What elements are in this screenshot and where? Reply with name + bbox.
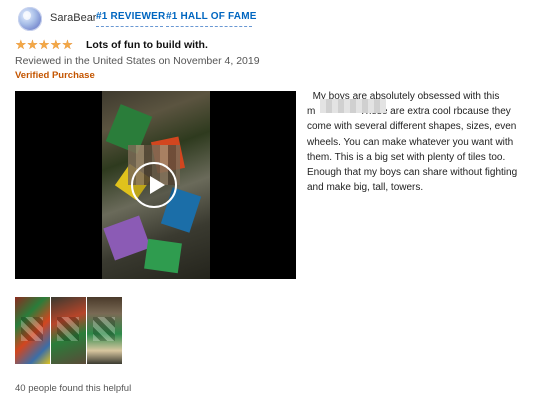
review-video-player[interactable]: [15, 91, 296, 279]
reviewer-badge-hall-of-fame[interactable]: #1 HALL OF FAME: [166, 11, 257, 22]
reviewer-name[interactable]: SaraBear: [50, 12, 96, 24]
review-image-thumbnail[interactable]: [15, 297, 50, 364]
helpful-count: 40 people found this helpful: [15, 383, 132, 394]
video-tile: [103, 215, 151, 261]
reviewer-avatar[interactable]: [18, 7, 42, 31]
verified-purchase-badge: Verified Purchase: [15, 70, 95, 81]
reviewer-badge-top-reviewer[interactable]: #1 REVIEWER: [96, 11, 165, 22]
star-rating[interactable]: ★★★★★: [15, 38, 73, 51]
play-icon[interactable]: [131, 162, 177, 208]
review-date: Reviewed in the United States on Novembe…: [15, 55, 260, 67]
badge-underline: [166, 26, 252, 27]
review-image-thumbnail[interactable]: [51, 297, 86, 364]
badge-underline: [96, 26, 163, 27]
video-tile: [144, 238, 182, 274]
pixelated-region: [21, 317, 43, 341]
pixelated-region: [93, 317, 115, 341]
review-image-thumbnail[interactable]: [87, 297, 122, 364]
star-rating-stars: ★★★★★: [15, 37, 74, 52]
blurred-text: [320, 99, 386, 113]
pixelated-region: [57, 317, 79, 341]
review-title[interactable]: Lots of fun to build with.: [86, 39, 208, 51]
